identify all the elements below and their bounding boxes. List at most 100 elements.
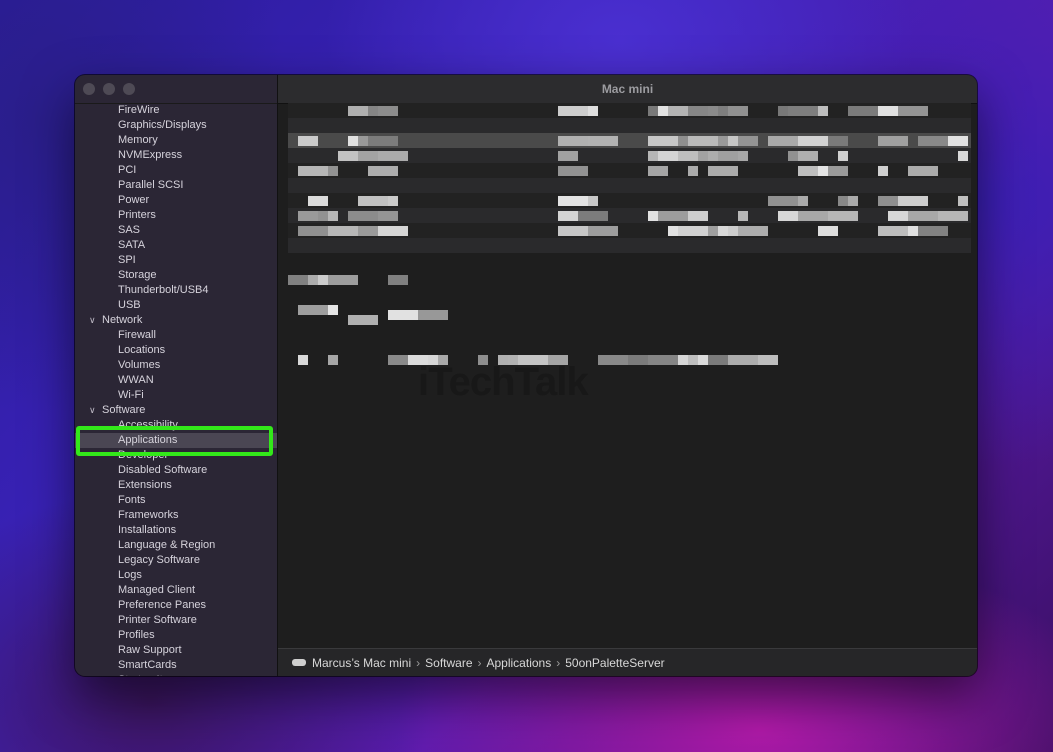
sidebar-item-frameworks[interactable]: Frameworks	[75, 508, 277, 523]
sidebar-item-nvmexpress[interactable]: NVMExpress	[75, 148, 277, 163]
sidebar-tree[interactable]: FireWire Graphics/Displays Memory NVMExpres…	[75, 103, 277, 676]
sidebar-item-wwan[interactable]: WWAN	[75, 373, 277, 388]
sidebar-item-printers[interactable]: Printers	[75, 208, 277, 223]
sidebar-item-spi[interactable]: SPI	[75, 253, 277, 268]
path-bar: Marcus’s Mac mini › Software › Applications ›…	[278, 648, 977, 676]
sidebar-item-storage[interactable]: Storage	[75, 268, 277, 283]
table-row[interactable]	[288, 118, 971, 133]
sidebar-item-wi-fi[interactable]: Wi-Fi	[75, 388, 277, 403]
redacted-pixel	[648, 211, 658, 221]
sidebar-item-firewire[interactable]: FireWire	[75, 103, 277, 118]
redacted-pixel	[798, 166, 818, 176]
sidebar-item-raw-support[interactable]: Raw Support	[75, 643, 277, 658]
application-detail-pixelated	[288, 270, 971, 410]
sidebar-item-logs[interactable]: Logs	[75, 568, 277, 583]
redacted-pixel	[788, 106, 818, 116]
sidebar-item-extensions[interactable]: Extensions	[75, 478, 277, 493]
sidebar-item-language-region[interactable]: Language & Region	[75, 538, 277, 553]
sidebar-item-graphics-displays[interactable]: Graphics/Displays	[75, 118, 277, 133]
redacted-pixel	[708, 166, 738, 176]
redacted-pixel	[718, 151, 738, 161]
sidebar-item-sata[interactable]: SATA	[75, 238, 277, 253]
sidebar-item-label: SPI	[118, 254, 136, 266]
sidebar-item-firewall[interactable]: Firewall	[75, 328, 277, 343]
redacted-pixel	[768, 136, 798, 146]
window-title: Mac mini	[278, 75, 977, 104]
sidebar-item-pci[interactable]: PCI	[75, 163, 277, 178]
sidebar-item-smartcards[interactable]: SmartCards	[75, 658, 277, 673]
sidebar-item-fonts[interactable]: Fonts	[75, 493, 277, 508]
sidebar-item-disabled-software[interactable]: Disabled Software	[75, 463, 277, 478]
sidebar-item-software[interactable]: ∨ Software	[75, 403, 277, 418]
sidebar-item-accessibility[interactable]: Accessibility	[75, 418, 277, 433]
sidebar-item-locations[interactable]: Locations	[75, 343, 277, 358]
sidebar-item-power[interactable]: Power	[75, 193, 277, 208]
redacted-pixel	[328, 166, 338, 176]
sidebar-item-printer-software[interactable]: Printer Software	[75, 613, 277, 628]
sidebar-item-installations[interactable]: Installations	[75, 523, 277, 538]
sidebar-item-label: Parallel SCSI	[118, 179, 184, 191]
sidebar-item-volumes[interactable]: Volumes	[75, 358, 277, 373]
sidebar-item-thunderbolt-usb4[interactable]: Thunderbolt/USB4	[75, 283, 277, 298]
sidebar-item-label: Wi-Fi	[118, 389, 144, 401]
sidebar-item-label: Graphics/Displays	[118, 119, 207, 131]
redacted-pixel	[958, 196, 968, 206]
redacted-pixel	[828, 211, 858, 221]
redacted-pixel	[778, 211, 798, 221]
sidebar-item-label: Volumes	[118, 359, 161, 371]
sidebar-item-label: Printers	[118, 209, 156, 221]
sidebar-item-label: SATA	[118, 239, 146, 251]
redacted-pixel	[798, 211, 828, 221]
redacted-pixel	[298, 226, 328, 236]
sidebar-item-memory[interactable]: Memory	[75, 133, 277, 148]
redacted-pixel	[838, 151, 848, 161]
redacted-pixel	[648, 136, 678, 146]
redacted-pixel	[308, 196, 328, 206]
sidebar-item-label: Storage	[118, 269, 157, 281]
redacted-pixel	[648, 151, 658, 161]
disclosure-chevron-icon[interactable]: ∨	[89, 403, 96, 418]
redacted-pixel	[348, 136, 358, 146]
redacted-pixel	[298, 211, 318, 221]
sidebar-item-developer[interactable]: Developer	[75, 448, 277, 463]
path-segment-software[interactable]: Software	[425, 656, 472, 670]
disclosure-chevron-icon[interactable]: ∨	[89, 313, 96, 328]
path-segment-app[interactable]: 50onPaletteServer	[565, 656, 664, 670]
sidebar-item-managed-client[interactable]: Managed Client	[75, 583, 277, 598]
sidebar-item-label: Installations	[118, 524, 177, 536]
redacted-pixel	[358, 151, 378, 161]
redacted-pixel	[418, 310, 448, 320]
redacted-pixel	[328, 305, 338, 315]
zoom-button[interactable]	[123, 83, 135, 95]
sidebar-item-label: Software	[102, 404, 146, 416]
redacted-pixel	[578, 211, 608, 221]
redacted-pixel	[788, 151, 798, 161]
sidebar-item-legacy-software[interactable]: Legacy Software	[75, 553, 277, 568]
sidebar-item-network[interactable]: ∨ Network	[75, 313, 277, 328]
redacted-pixel	[368, 106, 378, 116]
table-row[interactable]	[288, 238, 971, 253]
sidebar-item-profiles[interactable]: Profiles	[75, 628, 277, 643]
redacted-pixel	[818, 226, 838, 236]
path-segment-computer[interactable]: Marcus’s Mac mini	[312, 656, 411, 670]
redacted-pixel	[558, 136, 588, 146]
redacted-pixel	[388, 196, 398, 206]
redacted-pixel	[898, 106, 928, 116]
close-button[interactable]	[83, 83, 95, 95]
sidebar-item-sas[interactable]: SAS	[75, 223, 277, 238]
sidebar-item-startup-items[interactable]: Startup Items	[75, 673, 277, 676]
redacted-pixel	[338, 151, 358, 161]
sidebar-item-preference-panes[interactable]: Preference Panes	[75, 598, 277, 613]
table-row[interactable]	[288, 178, 971, 193]
path-segment-applications[interactable]: Applications	[487, 656, 552, 670]
sidebar-item-parallel-scsi[interactable]: Parallel SCSI	[75, 178, 277, 193]
minimize-button[interactable]	[103, 83, 115, 95]
redacted-pixel	[308, 275, 318, 285]
redacted-pixel	[648, 355, 678, 365]
redacted-pixel	[708, 226, 718, 236]
sidebar-item-label: Applications	[118, 434, 178, 446]
sidebar-item-usb[interactable]: USB	[75, 298, 277, 313]
applications-table-pixelated[interactable]	[288, 103, 971, 263]
redacted-pixel	[558, 106, 588, 116]
sidebar-item-applications[interactable]: Applications	[75, 433, 277, 448]
